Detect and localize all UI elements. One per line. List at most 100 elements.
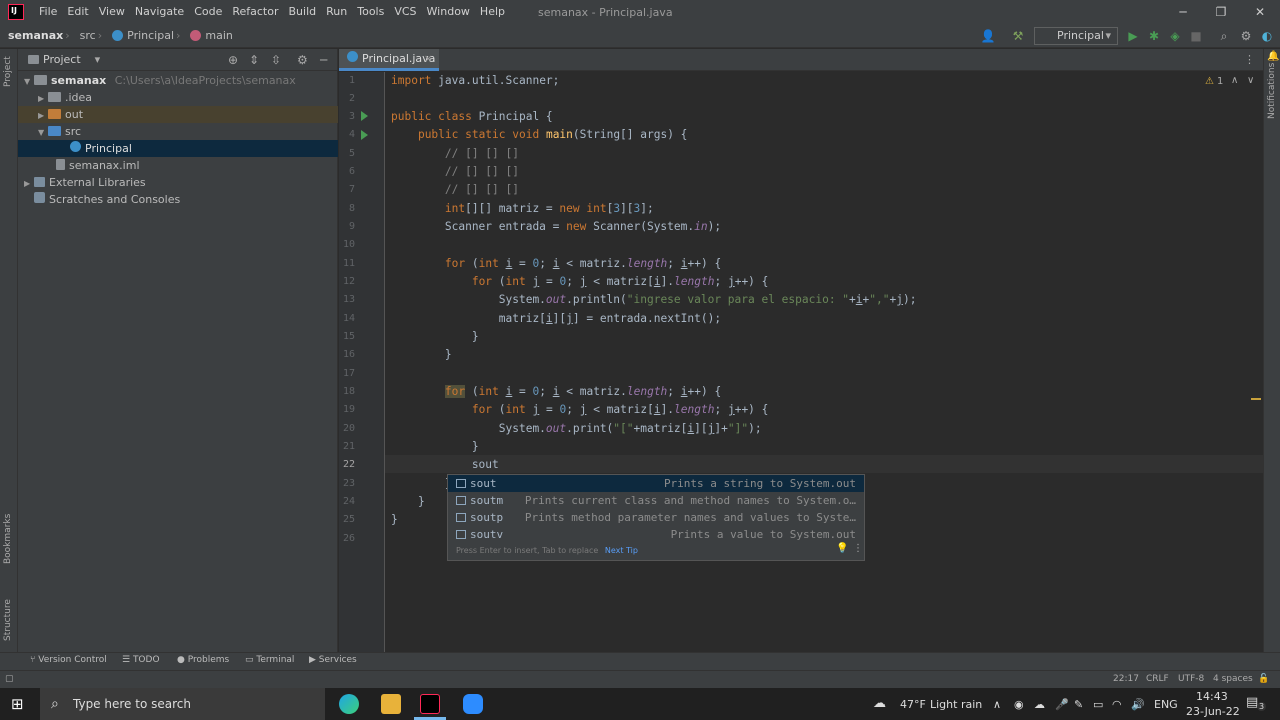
breadcrumb-project[interactable]: semanax [8, 29, 63, 42]
breadcrumb-method[interactable]: main [190, 29, 233, 42]
weather-cloud-icon[interactable]: ☁ [873, 696, 886, 711]
menu-window[interactable]: Window [422, 0, 475, 24]
tool-services[interactable]: ▶ Services [309, 655, 357, 665]
breadcrumb-class[interactable]: Principal [112, 29, 174, 42]
editor-tab-bar: Principal.java × ⋮ [339, 49, 1263, 71]
lightbulb-icon[interactable]: 💡 [836, 543, 848, 554]
tray-app-icon[interactable]: ◉ [1014, 698, 1024, 711]
breadcrumb-folder[interactable]: src [80, 29, 96, 42]
run-main-icon[interactable] [361, 130, 368, 140]
microphone-icon[interactable]: 🎤 [1055, 698, 1069, 711]
intellij-taskbar-icon[interactable] [420, 694, 440, 714]
tree-item-root[interactable]: ▼ semanax C:\Users\a\IdeaProjects\semanax [18, 72, 338, 89]
menu-tools[interactable]: Tools [352, 0, 389, 24]
minimize-icon[interactable]: ─ [1165, 0, 1201, 24]
wifi-icon[interactable]: ◠ [1112, 698, 1122, 711]
tree-item-external-libraries[interactable]: ▶ External Libraries [18, 174, 338, 191]
chevron-up-icon[interactable]: ∧ [1231, 75, 1238, 86]
line-separator[interactable]: CRLF [1146, 674, 1169, 684]
menu-code[interactable]: Code [189, 0, 227, 24]
tool-problems[interactable]: ● Problems [177, 655, 229, 665]
tree-item-out[interactable]: ▶ out [18, 106, 338, 123]
next-tip-link[interactable]: Next Tip [605, 546, 638, 555]
completion-item-sout[interactable]: sout Prints a string to System.out [448, 475, 864, 492]
status-layout-icon[interactable]: ▢ [5, 674, 14, 684]
volume-icon[interactable]: 🔊 [1131, 698, 1145, 711]
search-icon[interactable]: ⌕ [1216, 28, 1232, 44]
code-with-me-icon[interactable]: ◐ [1259, 28, 1275, 44]
notifications-tool-tab[interactable]: Notifications [1267, 63, 1277, 119]
completion-item-soutv[interactable]: soutv Prints a value to System.out [448, 526, 864, 543]
warning-stripe-marker[interactable] [1251, 398, 1261, 400]
menu-navigate[interactable]: Navigate [130, 0, 189, 24]
tool-terminal[interactable]: ▭ Terminal [245, 655, 294, 665]
run-configuration-select[interactable]: Principal ▾ [1034, 27, 1118, 45]
notifications-bell-icon[interactable]: 🔔 [1267, 51, 1279, 62]
code-editor[interactable]: 1 2 3 4 5 6 7 8 9 10 11 12 13 14 15 16 17 18 19 20 21 22 23 24 2… [339, 72, 1263, 652]
menu-help[interactable]: Help [475, 0, 510, 24]
caret-position[interactable]: 22:17 [1113, 674, 1139, 684]
code-completion-popup[interactable]: sout Prints a string to System.out soutm P… [447, 474, 865, 561]
menu-refactor[interactable]: Refactor [227, 0, 283, 24]
chevron-down-icon[interactable]: ∨ [1247, 75, 1254, 86]
bookmarks-tool-tab[interactable]: Bookmarks [3, 514, 13, 564]
windows-start-icon[interactable]: ⊞ [11, 695, 24, 713]
project-view-select[interactable]: Project [43, 53, 81, 66]
user-icon[interactable]: 👤 [978, 28, 998, 44]
menu-run[interactable]: Run [321, 0, 352, 24]
pen-icon[interactable]: ✎ [1074, 698, 1083, 711]
coverage-icon[interactable]: ◈ [1167, 28, 1183, 44]
tree-item-idea[interactable]: ▶ .idea [18, 89, 338, 106]
file-explorer-icon[interactable] [381, 694, 401, 714]
zoom-app-icon[interactable] [463, 694, 483, 714]
structure-tool-tab[interactable]: Structure [3, 599, 13, 641]
close-icon[interactable]: ✕ [1242, 0, 1278, 24]
indent-setting[interactable]: 4 spaces [1213, 674, 1253, 684]
warning-icon[interactable]: ⚠ [1205, 76, 1214, 87]
menu-build[interactable]: Build [284, 0, 322, 24]
tree-item-iml[interactable]: semanax.iml [18, 157, 338, 174]
menu-vcs[interactable]: VCS [389, 0, 421, 24]
tree-item-scratches[interactable]: Scratches and Consoles [18, 191, 338, 208]
more-vertical-icon[interactable]: ⋮ [1244, 53, 1255, 66]
restore-icon[interactable]: ❐ [1203, 0, 1239, 24]
hide-panel-icon[interactable]: ─ [320, 53, 327, 67]
tree-item-src[interactable]: ▼ src [18, 123, 338, 140]
settings-gear-icon[interactable]: ⚙ [1238, 28, 1254, 44]
run-icon[interactable]: ▶ [1125, 28, 1141, 44]
close-tab-icon[interactable]: × [424, 49, 433, 69]
tool-version-control[interactable]: ⑂ Version Control [30, 655, 107, 665]
menu-view[interactable]: View [94, 0, 130, 24]
chevron-up-icon[interactable]: ∧ [993, 698, 1001, 711]
locate-icon[interactable]: ⊕ [228, 53, 238, 67]
taskbar-search-box[interactable]: ⌕ Type here to search [40, 688, 325, 720]
completion-item-soutm[interactable]: soutm Prints current class and method nam… [448, 492, 864, 509]
project-tool-tab[interactable]: Project [3, 56, 13, 87]
input-language[interactable]: ENG [1154, 698, 1178, 711]
menu-file[interactable]: File [34, 0, 62, 24]
lock-icon[interactable]: 🔓 [1258, 674, 1269, 684]
menu-edit[interactable]: Edit [62, 0, 93, 24]
debug-icon[interactable]: ✱ [1146, 28, 1162, 44]
options-gear-icon[interactable]: ⚙ [297, 53, 308, 67]
clock-date[interactable]: 23-Jun-22 [1186, 705, 1240, 718]
weather-description[interactable]: Light rain [930, 698, 982, 711]
chevron-right-icon: ▶ [38, 94, 45, 103]
build-hammer-icon[interactable]: ⚒ [1010, 28, 1026, 44]
stop-icon[interactable]: ■ [1188, 28, 1204, 44]
more-vertical-icon[interactable]: ⋮ [853, 543, 863, 554]
chevron-down-icon[interactable]: ▾ [95, 53, 101, 66]
tab-principal-java[interactable]: Principal.java × [339, 49, 439, 71]
tool-todo[interactable]: ☰ TODO [122, 655, 160, 665]
collapse-all-icon[interactable]: ⇳ [271, 53, 281, 67]
onedrive-cloud-icon[interactable]: ☁ [1034, 698, 1045, 711]
tree-item-principal[interactable]: Principal [18, 140, 338, 157]
weather-temperature[interactable]: 47°F [900, 698, 926, 711]
clock-time[interactable]: 14:43 [1196, 690, 1228, 703]
completion-item-soutp[interactable]: soutp Prints method parameter names and v… [448, 509, 864, 526]
file-encoding[interactable]: UTF-8 [1178, 674, 1204, 684]
run-class-icon[interactable] [361, 111, 368, 121]
expand-all-icon[interactable]: ⇕ [249, 53, 259, 67]
battery-icon[interactable]: ▭ [1093, 698, 1103, 711]
edge-browser-icon[interactable] [339, 694, 359, 714]
